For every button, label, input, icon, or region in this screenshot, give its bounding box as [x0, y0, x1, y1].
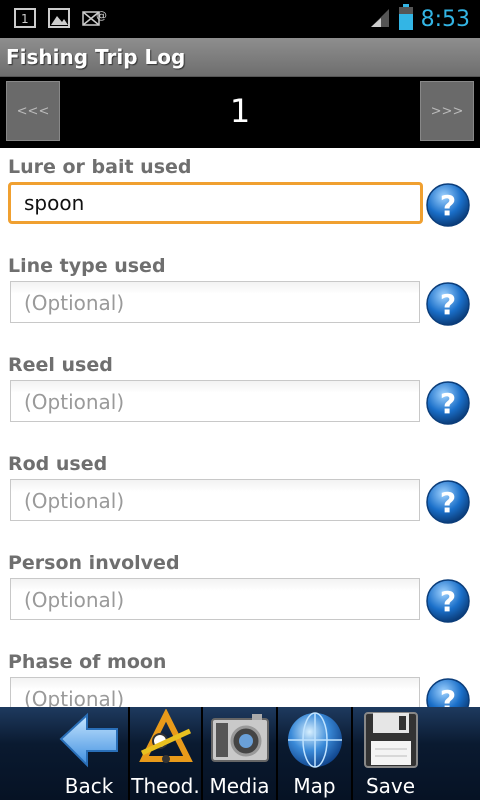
svg-text:?: ?: [440, 684, 456, 707]
field-rod: Rod used (Optional) ?: [0, 445, 480, 544]
svg-text:?: ?: [440, 288, 456, 321]
field-label: Lure or bait used: [8, 156, 192, 178]
field-label: Person involved: [8, 552, 180, 574]
status-bar: 1 @ 8:53: [0, 0, 480, 38]
theodolite-icon: [134, 708, 198, 771]
media-button[interactable]: Media: [203, 707, 278, 800]
field-label: Reel used: [8, 354, 113, 376]
save-button-label: Save: [365, 774, 416, 798]
field-line-type: Line type used (Optional) ?: [0, 247, 480, 346]
app-title-bar: Fishing Trip Log: [0, 38, 480, 77]
svg-text:?: ?: [440, 387, 456, 420]
field-label: Rod used: [8, 453, 108, 475]
theodolite-button[interactable]: Theod.: [130, 707, 203, 800]
record-number: 1: [229, 92, 251, 130]
app-title: Fishing Trip Log: [6, 45, 186, 69]
floppy-disk-icon: [359, 709, 423, 771]
trip-log-form: Lure or bait used spoon ? Line type used…: [0, 148, 480, 707]
record-pager: <<< 1 >>>: [0, 77, 480, 148]
back-arrow-icon: [57, 709, 121, 771]
rod-input[interactable]: (Optional): [10, 479, 420, 521]
help-icon[interactable]: ?: [425, 182, 471, 228]
signal-icon: [369, 6, 391, 32]
svg-text:1: 1: [21, 12, 29, 26]
back-button[interactable]: Back: [50, 707, 130, 800]
save-button[interactable]: Save: [353, 707, 428, 800]
lure-or-bait-input[interactable]: spoon: [8, 182, 423, 224]
map-button[interactable]: Map: [278, 707, 353, 800]
reel-input[interactable]: (Optional): [10, 380, 420, 422]
help-icon[interactable]: ?: [425, 281, 471, 327]
help-icon[interactable]: ?: [425, 380, 471, 426]
camera-icon: [208, 709, 272, 771]
line-type-input[interactable]: (Optional): [10, 281, 420, 323]
back-button-label: Back: [64, 774, 114, 798]
person-involved-input[interactable]: (Optional): [10, 578, 420, 620]
field-label: Phase of moon: [8, 651, 167, 673]
battery-icon: [398, 4, 413, 34]
svg-text:?: ?: [440, 585, 456, 618]
field-person-involved: Person involved (Optional) ?: [0, 544, 480, 643]
svg-text:@: @: [96, 9, 107, 22]
svg-text:?: ?: [440, 189, 456, 222]
svg-text:?: ?: [440, 486, 456, 519]
phase-of-moon-input[interactable]: (Optional): [10, 677, 420, 707]
notification-1-icon: 1: [14, 8, 36, 28]
field-phase-of-moon: Phase of moon (Optional) ?: [0, 643, 480, 707]
next-record-button[interactable]: >>>: [420, 81, 474, 141]
map-button-label: Map: [293, 774, 336, 798]
field-label: Line type used: [8, 255, 166, 277]
clock: 8:53: [420, 6, 470, 32]
field-reel: Reel used (Optional) ?: [0, 346, 480, 445]
help-icon[interactable]: ?: [425, 479, 471, 525]
help-icon[interactable]: ?: [425, 578, 471, 624]
picture-icon: [48, 8, 70, 28]
media-button-label: Media: [209, 774, 270, 798]
bottom-toolbar: Back Theod. Media Map Save: [0, 707, 480, 800]
help-icon[interactable]: ?: [425, 677, 471, 707]
missed-message-icon: @: [82, 8, 107, 28]
field-lure-or-bait: Lure or bait used spoon ?: [0, 148, 480, 247]
theodolite-button-label: Theod.: [131, 774, 200, 798]
globe-icon: [283, 709, 347, 771]
